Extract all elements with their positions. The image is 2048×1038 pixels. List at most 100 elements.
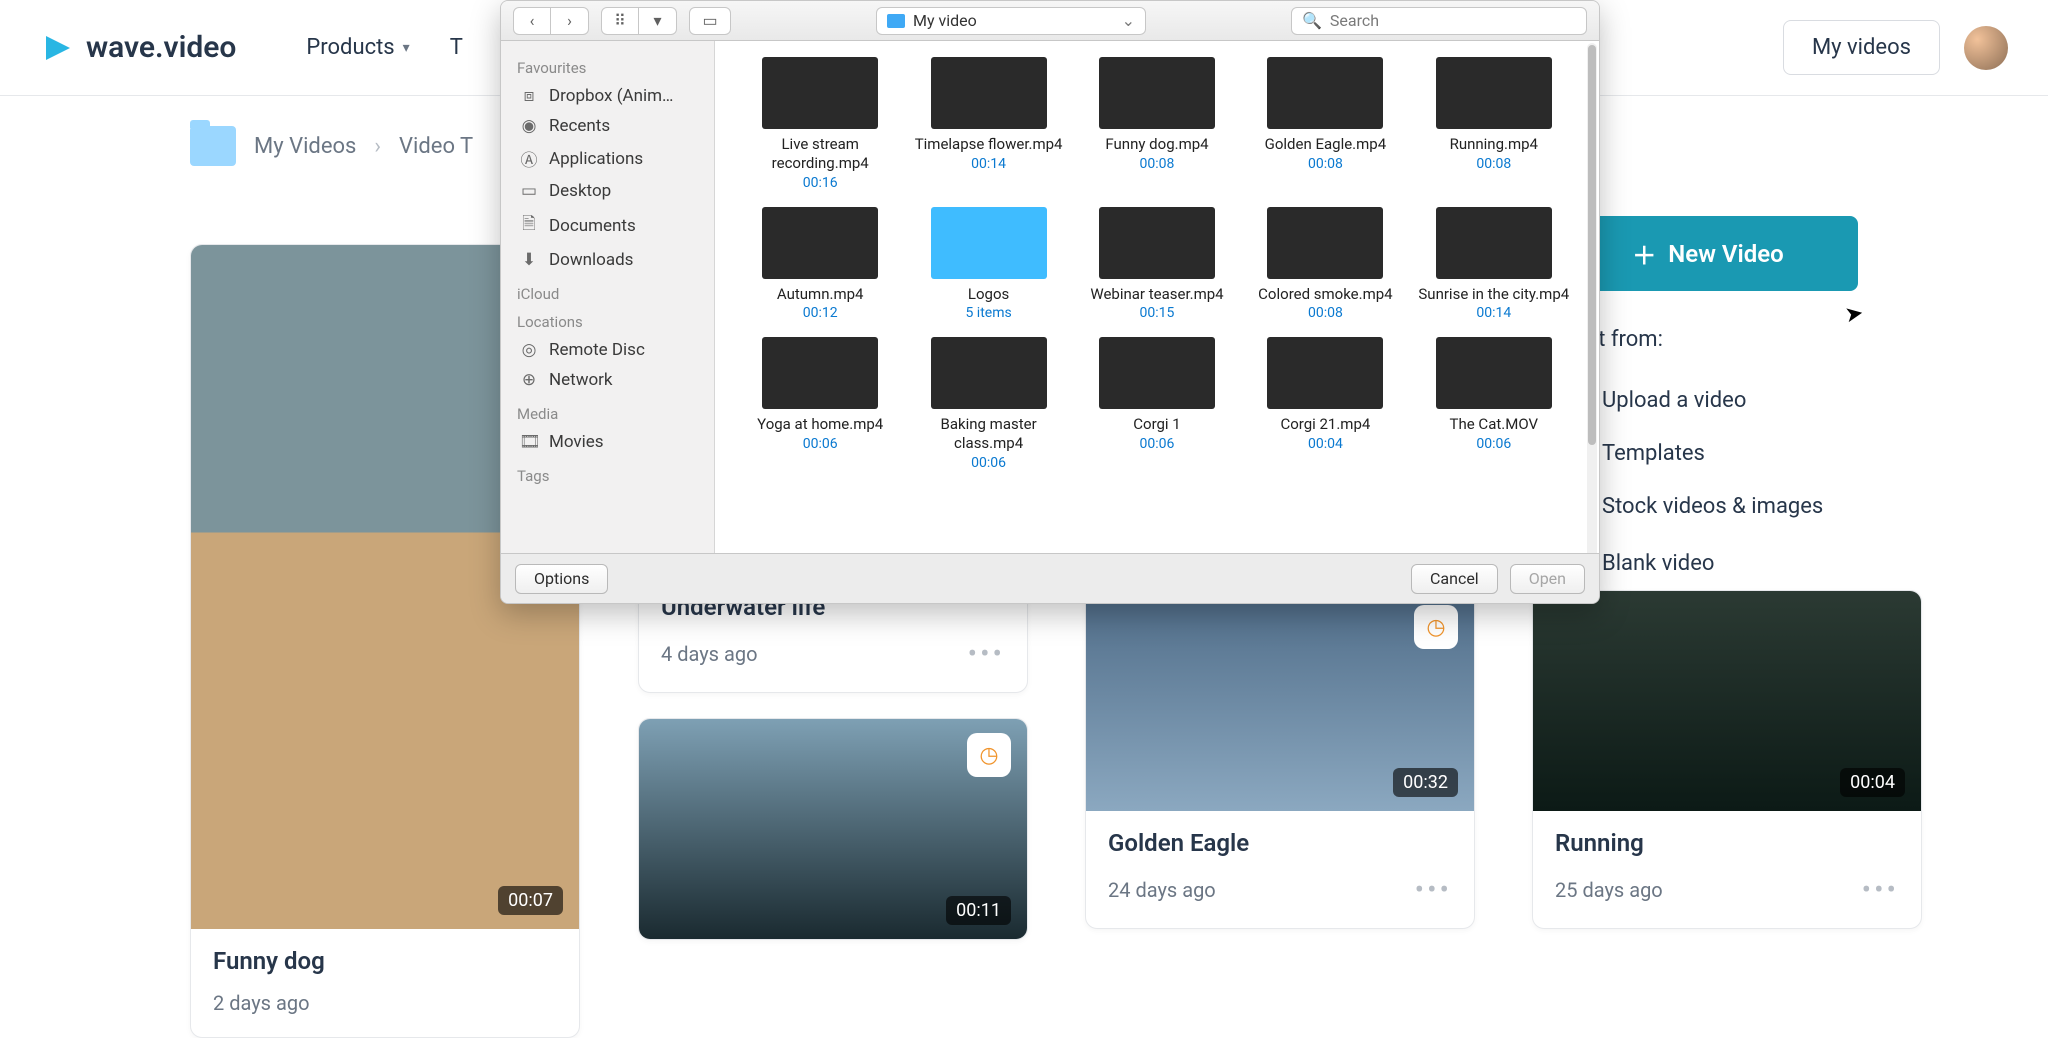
- file-item[interactable]: Webinar teaser.mp4 00:15: [1078, 207, 1236, 322]
- file-open-dialog: ‹ › ⠿ ▾ ▭ My video ⌄ 🔍 Search Favourites…: [500, 0, 1600, 604]
- file-name: Sunrise in the city.mp4: [1415, 285, 1573, 304]
- file-meta: 00:08: [1415, 156, 1573, 172]
- video-card-running[interactable]: 00:04 Running 25 days ago •••: [1532, 590, 1922, 929]
- file-name: Logos: [909, 285, 1067, 304]
- file-item[interactable]: Sunrise in the city.mp4 00:14: [1415, 207, 1573, 322]
- applications-icon: Ⓐ: [519, 146, 539, 171]
- crumb-current[interactable]: Video T: [399, 134, 473, 159]
- sidebar-item-recents[interactable]: ◉Recents: [515, 111, 714, 141]
- file-meta: 00:08: [1246, 305, 1404, 321]
- new-video-button[interactable]: ＋ New Video: [1558, 216, 1858, 291]
- chevron-right-icon: ›: [374, 134, 381, 159]
- video-thumb: [931, 57, 1047, 129]
- scrollbar[interactable]: [1587, 43, 1597, 553]
- file-item[interactable]: Colored smoke.mp4 00:08: [1246, 207, 1404, 322]
- my-videos-button[interactable]: My videos: [1783, 20, 1940, 75]
- card-ago: 25 days ago: [1555, 878, 1663, 902]
- video-thumb: [1267, 337, 1383, 409]
- file-item[interactable]: Funny dog.mp4 00:08: [1078, 57, 1236, 191]
- video-thumb: [762, 337, 878, 409]
- file-name: Running.mp4: [1415, 135, 1573, 154]
- file-item[interactable]: The Cat.MOV 00:06: [1415, 337, 1573, 471]
- file-name: Funny dog.mp4: [1078, 135, 1236, 154]
- video-card-lake[interactable]: ◷ 00:11: [638, 718, 1028, 940]
- brand-logo[interactable]: wave.video: [40, 30, 236, 66]
- sidebar-item-documents[interactable]: 🗎Documents: [515, 206, 714, 245]
- file-item[interactable]: Timelapse flower.mp4 00:14: [909, 57, 1067, 191]
- file-name: Colored smoke.mp4: [1246, 285, 1404, 304]
- nav-products[interactable]: Products ▾: [306, 35, 409, 60]
- more-icon[interactable]: •••: [968, 637, 1005, 670]
- sidebar-item-network[interactable]: ⊕Network: [515, 365, 714, 395]
- dialog-sidebar: Favourites ⧈Dropbox (Anim… ◉Recents ⒶApp…: [501, 41, 715, 553]
- duration-badge: 00:04: [1840, 768, 1905, 797]
- video-card-golden-eagle[interactable]: ◷ 00:32 Golden Eagle 24 days ago •••: [1085, 590, 1475, 929]
- file-meta: 5 items: [909, 305, 1067, 321]
- video-thumb: [1436, 337, 1552, 409]
- duration-badge: 00:32: [1393, 768, 1458, 797]
- dropbox-icon: ⧈: [519, 86, 539, 106]
- file-name: Timelapse flower.mp4: [909, 135, 1067, 154]
- folder-icon: [887, 14, 905, 28]
- file-item[interactable]: Corgi 1 00:06: [1078, 337, 1236, 471]
- sidebar-heading-media: Media: [517, 405, 714, 423]
- start-from-heading: Start from:: [1558, 327, 1854, 352]
- start-stock[interactable]: 🔍 Stock videos & images: [1558, 480, 1854, 533]
- search-icon: 🔍: [1302, 11, 1322, 30]
- more-icon[interactable]: •••: [1415, 873, 1452, 906]
- card-ago: 4 days ago: [661, 642, 757, 666]
- dialog-toolbar: ‹ › ⠿ ▾ ▭ My video ⌄ 🔍 Search: [501, 1, 1599, 41]
- video-thumb: [1436, 57, 1552, 129]
- file-item[interactable]: Yoga at home.mp4 00:06: [741, 337, 899, 471]
- sidebar-item-movies[interactable]: 🎞Movies: [515, 427, 714, 457]
- file-name: Live stream recording.mp4: [741, 135, 899, 173]
- cancel-button[interactable]: Cancel: [1411, 564, 1498, 594]
- group-button[interactable]: ▭: [689, 7, 731, 35]
- search-input[interactable]: 🔍 Search: [1291, 7, 1587, 35]
- path-dropdown[interactable]: My video ⌄: [876, 7, 1146, 35]
- crumb-my-videos[interactable]: My Videos: [254, 134, 356, 159]
- file-meta: 00:08: [1246, 156, 1404, 172]
- file-item[interactable]: Autumn.mp4 00:12: [741, 207, 899, 322]
- file-item[interactable]: Running.mp4 00:08: [1415, 57, 1573, 191]
- file-meta: 00:08: [1078, 156, 1236, 172]
- file-item[interactable]: Golden Eagle.mp4 00:08: [1246, 57, 1404, 191]
- video-thumb: [762, 207, 878, 279]
- dialog-file-area: Live stream recording.mp4 00:16 Timelaps…: [715, 41, 1599, 553]
- card-ago: 24 days ago: [1108, 878, 1216, 902]
- recents-icon: ◉: [519, 116, 539, 136]
- file-meta: 00:04: [1246, 436, 1404, 452]
- start-upload-video[interactable]: ⇧ Upload a video: [1558, 374, 1854, 427]
- video-thumb: [1099, 207, 1215, 279]
- nav-templates-partial[interactable]: T: [450, 35, 463, 60]
- open-button[interactable]: Open: [1510, 564, 1585, 594]
- file-item[interactable]: Baking master class.mp4 00:06: [909, 337, 1067, 471]
- file-item[interactable]: Corgi 21.mp4 00:04: [1246, 337, 1404, 471]
- file-item[interactable]: Logos 5 items: [909, 207, 1067, 322]
- start-blank[interactable]: ＋ Blank video: [1558, 533, 1854, 593]
- sidebar-heading-icloud: iCloud: [517, 285, 714, 303]
- nav-back-button[interactable]: ‹: [513, 7, 551, 35]
- nav-forward-button[interactable]: ›: [551, 7, 589, 35]
- file-item[interactable]: Live stream recording.mp4 00:16: [741, 57, 899, 191]
- user-avatar[interactable]: [1964, 26, 2008, 70]
- view-mode-button[interactable]: ⠿: [601, 7, 639, 35]
- file-name: Baking master class.mp4: [909, 415, 1067, 453]
- start-templates[interactable]: ▣ Templates: [1558, 427, 1854, 480]
- sidebar-item-dropbox[interactable]: ⧈Dropbox (Anim…: [515, 81, 714, 111]
- sidebar-item-applications[interactable]: ⒶApplications: [515, 141, 714, 176]
- video-thumb: [931, 337, 1047, 409]
- disc-icon: ◎: [519, 340, 539, 360]
- options-button[interactable]: Options: [515, 564, 608, 594]
- sidebar-item-downloads[interactable]: ⬇Downloads: [515, 245, 714, 275]
- duration-badge: 00:07: [498, 886, 563, 915]
- sidebar-heading-tags: Tags: [517, 467, 714, 485]
- view-mode-chevron[interactable]: ▾: [639, 7, 677, 35]
- file-name: Autumn.mp4: [741, 285, 899, 304]
- sidebar-item-remote-disc[interactable]: ◎Remote Disc: [515, 335, 714, 365]
- updown-icon: ⌄: [1122, 11, 1135, 30]
- sidebar-item-desktop[interactable]: ▭Desktop: [515, 176, 714, 206]
- more-icon[interactable]: •••: [1862, 873, 1899, 906]
- folder-icon: [190, 126, 236, 166]
- file-meta: 00:06: [741, 436, 899, 452]
